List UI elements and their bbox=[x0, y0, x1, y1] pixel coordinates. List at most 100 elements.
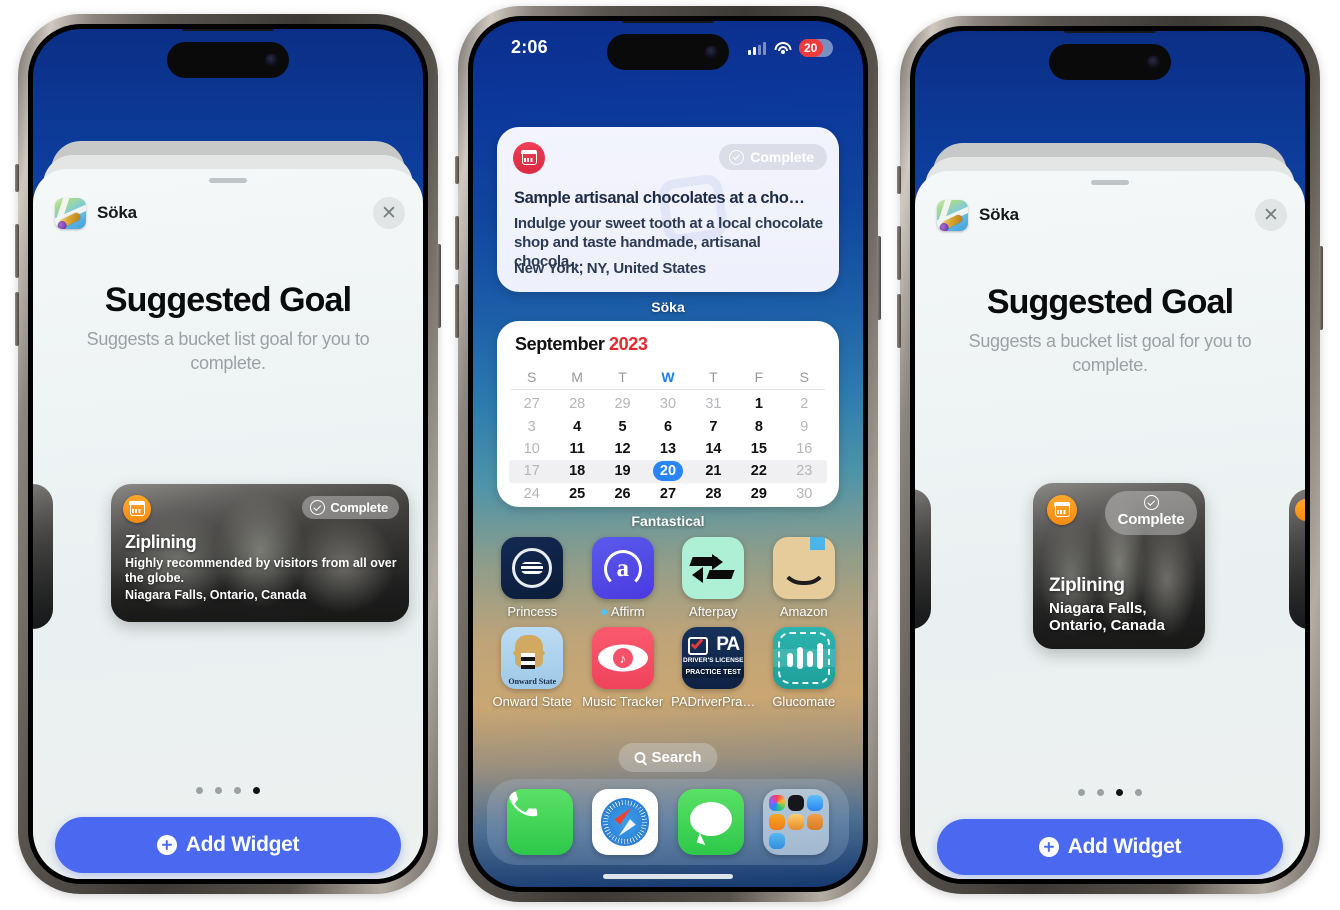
status-badge-label: Complete bbox=[330, 500, 388, 515]
note-widget-title: Sample artisanal chocolates at a cho… bbox=[514, 189, 805, 207]
app-icon-amazon[interactable]: Amazon bbox=[759, 537, 850, 619]
page-dot-active[interactable] bbox=[1116, 789, 1123, 796]
widget-description: Highly recommended by visitors from all … bbox=[125, 556, 397, 585]
phone-middle: 2:06 20 Complete Sample artisanal chocol… bbox=[455, 6, 881, 902]
close-icon[interactable]: ✕ bbox=[1255, 199, 1287, 231]
mute-switch[interactable] bbox=[455, 156, 459, 184]
calendar-icon bbox=[1295, 499, 1305, 521]
calendar-day-today: 20 bbox=[645, 460, 690, 482]
onward-state-icon[interactable]: Onward State bbox=[501, 627, 564, 689]
phone-middle-screen: 2:06 20 Complete Sample artisanal chocol… bbox=[473, 21, 863, 887]
calendar-day: 21 bbox=[705, 463, 722, 480]
calendar-day: 30 bbox=[659, 396, 677, 413]
dock[interactable] bbox=[487, 779, 849, 865]
power-button[interactable] bbox=[1319, 246, 1323, 330]
power-button[interactable] bbox=[877, 236, 881, 320]
calendar-widget-label: Fantastical bbox=[631, 513, 705, 529]
page-dot[interactable] bbox=[1135, 789, 1142, 796]
page-title: Suggested Goal bbox=[104, 281, 352, 319]
page-dot[interactable] bbox=[1097, 789, 1104, 796]
volume-up-button[interactable] bbox=[15, 224, 19, 278]
widget-preview-card[interactable]: Complete Ziplining Highly recommended by… bbox=[111, 484, 409, 622]
page-dot[interactable] bbox=[234, 787, 241, 794]
safari-app-icon[interactable] bbox=[592, 789, 659, 855]
volume-down-button[interactable] bbox=[455, 284, 459, 338]
earpiece-speaker bbox=[182, 29, 274, 31]
power-button[interactable] bbox=[437, 244, 441, 328]
add-widget-button[interactable]: Add Widget bbox=[937, 819, 1283, 875]
widget-preview-peek-right[interactable] bbox=[1289, 489, 1305, 629]
calendar-day: 26 bbox=[614, 485, 631, 502]
soka-note-widget[interactable]: Complete Sample artisanal chocolates at … bbox=[497, 127, 839, 292]
calendar-week-row: 24 25 26 27 28 29 30 bbox=[509, 483, 827, 505]
page-dot[interactable] bbox=[196, 787, 203, 794]
calendar-day: 14 bbox=[705, 440, 722, 457]
calendar-week-row: 17 18 19 20 21 22 23 bbox=[509, 460, 827, 483]
app-folder-icon[interactable] bbox=[763, 789, 830, 855]
mute-switch[interactable] bbox=[15, 164, 19, 192]
home-indicator[interactable] bbox=[603, 874, 733, 879]
app-label: Princess bbox=[507, 604, 558, 619]
calendar-year: 2023 bbox=[609, 334, 648, 354]
app-label: Afterpay bbox=[689, 604, 738, 619]
phone-right-body: Söka ✕ Suggested Goal Suggests a bucket … bbox=[910, 26, 1310, 884]
fantastical-calendar-widget[interactable]: September 2023 S M T W T F S 27 28 29 30… bbox=[497, 321, 839, 507]
princess-cruises-icon[interactable] bbox=[501, 537, 564, 599]
calendar-separator bbox=[511, 389, 825, 390]
page-dot[interactable] bbox=[1078, 789, 1085, 796]
add-widget-label: Add Widget bbox=[1067, 835, 1182, 858]
app-icon-princess-cruises[interactable]: Princess bbox=[487, 537, 578, 619]
search-button[interactable]: Search bbox=[618, 743, 718, 772]
app-icon-onward-state[interactable]: Onward State Onward State bbox=[487, 627, 578, 709]
sheet-grabber[interactable] bbox=[1091, 180, 1129, 185]
phone-app-icon[interactable] bbox=[506, 789, 573, 855]
add-widget-button[interactable]: Add Widget bbox=[55, 817, 401, 873]
music-tracker-icon[interactable]: ♪ bbox=[591, 627, 654, 689]
calendar-dow-today: W bbox=[661, 369, 675, 385]
messages-app-icon[interactable] bbox=[677, 789, 744, 855]
page-dots[interactable] bbox=[33, 787, 423, 794]
battery-indicator: 20 bbox=[799, 39, 833, 57]
app-label: Amazon bbox=[779, 604, 828, 619]
mute-switch[interactable] bbox=[897, 166, 901, 194]
calendar-day: 9 bbox=[800, 418, 809, 435]
sheet-grabber[interactable] bbox=[209, 178, 247, 183]
calendar-day: 15 bbox=[750, 440, 767, 457]
signal-bars-icon bbox=[748, 41, 766, 55]
volume-down-button[interactable] bbox=[897, 294, 901, 348]
volume-up-button[interactable] bbox=[455, 216, 459, 270]
widget-preview-peek-left[interactable] bbox=[915, 489, 931, 629]
close-icon[interactable]: ✕ bbox=[373, 197, 405, 229]
status-badge: Complete bbox=[302, 496, 399, 519]
widget-preview-carousel[interactable]: Complete Ziplining Niagara Falls, Ontari… bbox=[915, 471, 1305, 671]
calendar-day: 31 bbox=[705, 396, 722, 413]
add-widget-label: Add Widget bbox=[185, 833, 300, 856]
phone-middle-body: 2:06 20 Complete Sample artisanal chocol… bbox=[468, 16, 868, 892]
note-widget-label: Söka bbox=[651, 299, 685, 315]
app-icon-glucomate[interactable]: Glucomate bbox=[759, 627, 850, 709]
glucomate-icon[interactable] bbox=[772, 627, 835, 689]
calendar-day: 19 bbox=[614, 463, 631, 480]
pa-driver-practice-icon[interactable]: PA DRIVER'S LICENSE PRACTICE TEST bbox=[682, 627, 745, 689]
page-dots[interactable] bbox=[915, 789, 1305, 796]
volume-up-button[interactable] bbox=[897, 226, 901, 280]
page-dot-active[interactable] bbox=[253, 787, 260, 794]
widget-preview-carousel[interactable]: Complete Ziplining Highly recommended by… bbox=[33, 469, 423, 669]
calendar-day: 5 bbox=[618, 418, 627, 435]
page-dot[interactable] bbox=[215, 787, 222, 794]
app-grid[interactable]: Princess a Affirm Afterpay Amazon Onward Stat… bbox=[487, 537, 849, 709]
widget-preview-card[interactable]: Complete Ziplining Niagara Falls, Ontari… bbox=[1033, 483, 1205, 649]
app-icon-pa-driver-practice[interactable]: PA DRIVER'S LICENSE PRACTICE TEST PADriverP… bbox=[668, 627, 759, 709]
calendar-day: 27 bbox=[659, 485, 677, 502]
afterpay-icon[interactable] bbox=[682, 537, 745, 599]
app-icon-afterpay[interactable]: Afterpay bbox=[668, 537, 759, 619]
calendar-day: 27 bbox=[523, 396, 540, 413]
widget-preview-peek-left[interactable] bbox=[33, 484, 53, 629]
volume-down-button[interactable] bbox=[15, 292, 19, 346]
calendar-week-row: 10 11 12 13 14 15 16 bbox=[509, 438, 827, 460]
affirm-icon[interactable]: a bbox=[591, 537, 654, 599]
app-icon-music-tracker[interactable]: ♪ Music Tracker bbox=[578, 627, 669, 709]
amazon-icon[interactable] bbox=[772, 537, 835, 599]
calendar-day: 8 bbox=[754, 418, 763, 435]
app-icon-affirm[interactable]: a Affirm bbox=[578, 537, 669, 619]
